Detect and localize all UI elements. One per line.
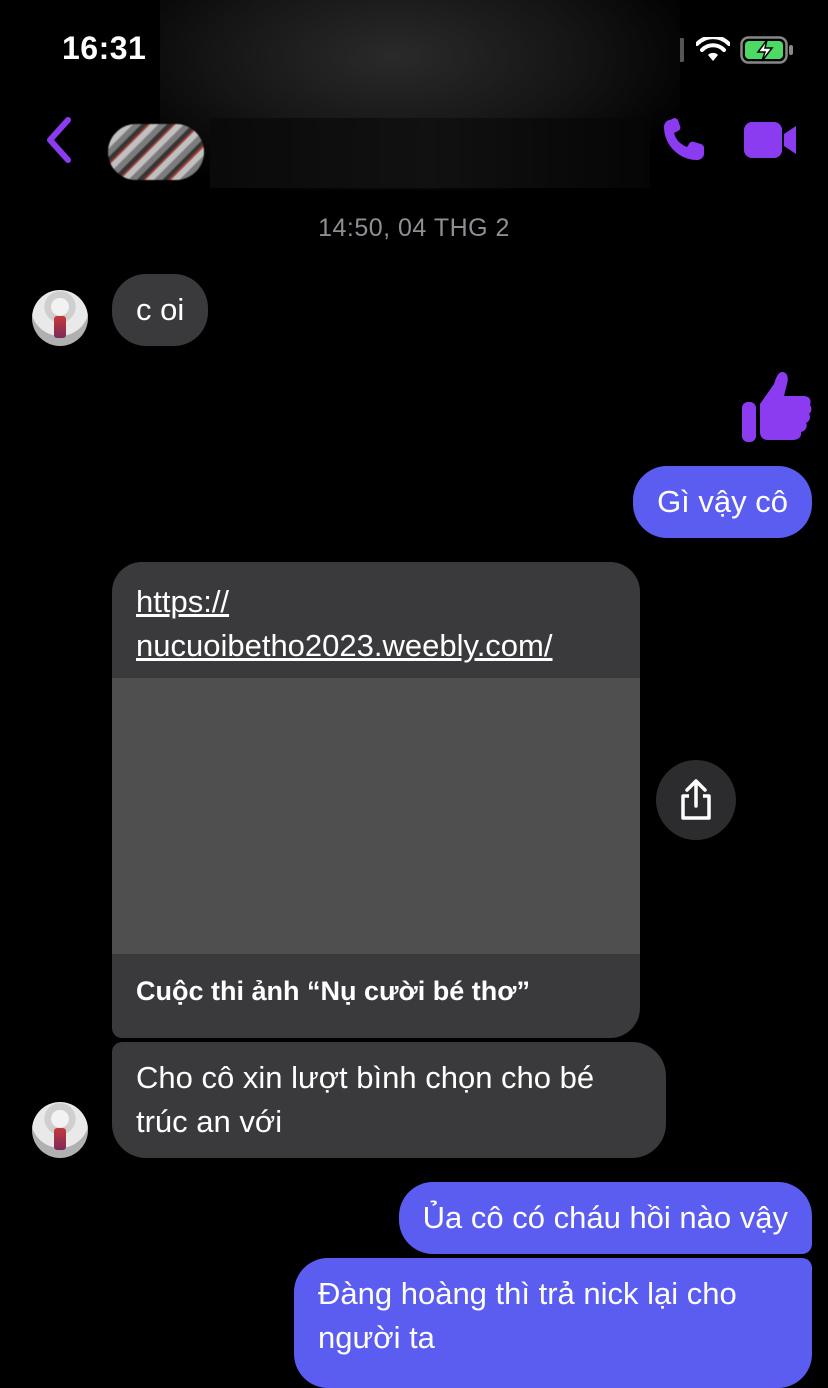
- outgoing-message[interactable]: Gì vậy cô: [633, 466, 812, 538]
- link-url-line-1[interactable]: https://: [136, 580, 616, 624]
- wifi-icon: [696, 37, 730, 61]
- share-button[interactable]: [656, 760, 736, 840]
- video-camera-icon[interactable]: [742, 118, 798, 162]
- link-preview-card[interactable]: https:// nucuoibetho2023.weebly.com/ Cuộ…: [112, 562, 640, 1038]
- thumbs-up-icon[interactable]: [738, 368, 814, 446]
- conversation-timestamp: 14:50, 04 THG 2: [318, 214, 510, 242]
- contact-name-redacted[interactable]: [210, 118, 650, 188]
- contact-avatar[interactable]: [108, 124, 204, 180]
- link-url-line-2[interactable]: nucuoibetho2023.weebly.com/: [136, 624, 616, 668]
- battery-charging-icon: [740, 36, 793, 64]
- status-time: 16:31: [62, 30, 147, 66]
- outgoing-message[interactable]: Đàng hoàng thì trả nick lại cho người ta: [294, 1258, 812, 1388]
- incoming-message[interactable]: c oi: [112, 274, 209, 346]
- link-preview-title: Cuộc thi ảnh “Nụ cười bé thơ”: [136, 976, 530, 1006]
- link-url[interactable]: https:// nucuoibetho2023.weebly.com/: [136, 580, 616, 668]
- phone-icon[interactable]: [660, 116, 708, 164]
- sender-avatar[interactable]: [32, 1102, 88, 1158]
- incoming-message[interactable]: Cho cô xin lượt bình chọn cho bé trúc an…: [112, 1042, 666, 1158]
- link-preview-image[interactable]: [112, 678, 640, 954]
- back-button[interactable]: [40, 114, 80, 166]
- outgoing-message[interactable]: Ủa cô có cháu hồi nào vậy: [398, 1182, 812, 1254]
- share-icon: [681, 779, 711, 820]
- sender-avatar[interactable]: [32, 290, 88, 346]
